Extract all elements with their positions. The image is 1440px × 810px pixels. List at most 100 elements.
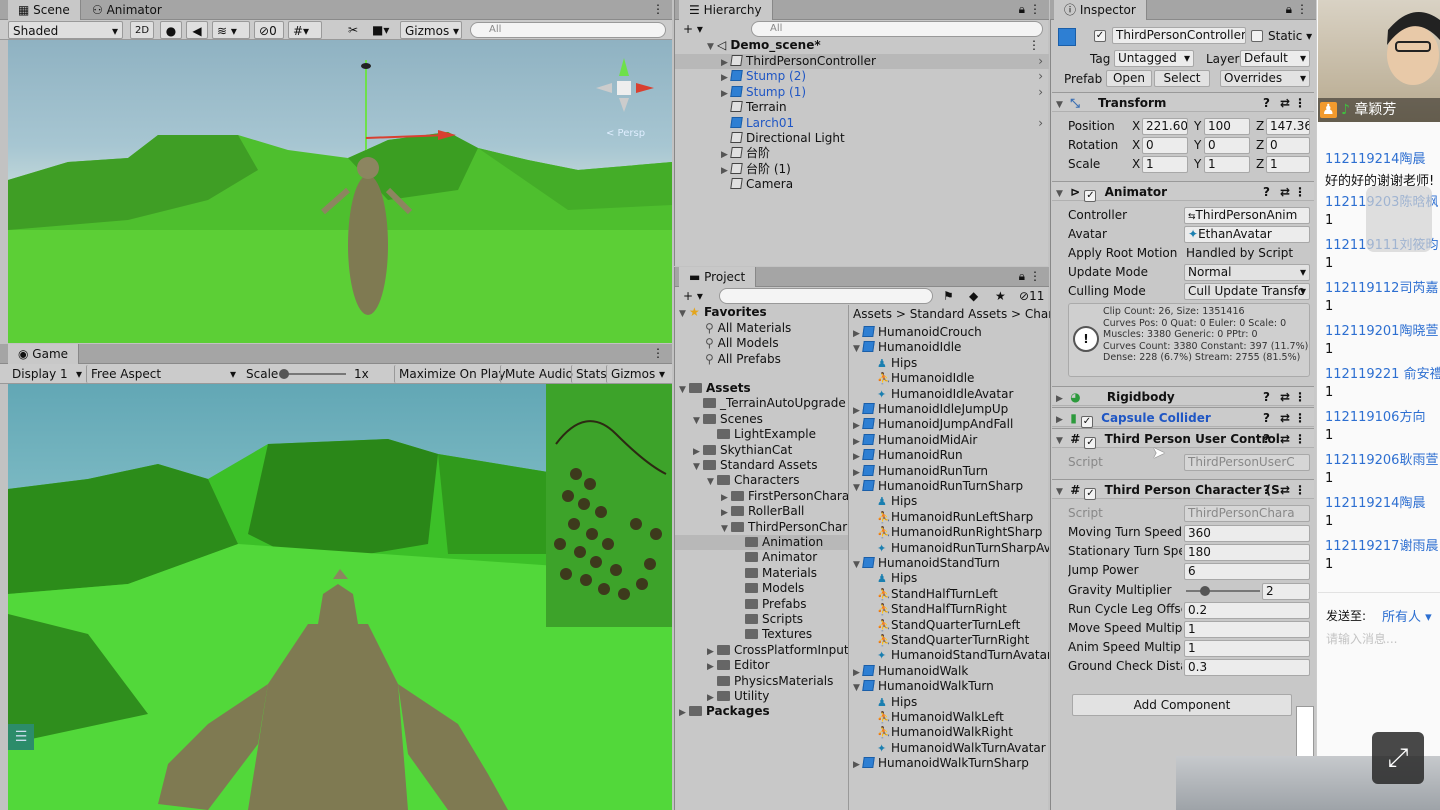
chevron-right-icon[interactable]: › xyxy=(1038,69,1043,84)
help-icon[interactable]: ? xyxy=(1263,93,1270,113)
project-file-item[interactable]: ▶ HumanoidWalkTurnSharp xyxy=(853,756,1049,771)
presets-icon[interactable]: ⇄ xyxy=(1280,480,1290,500)
assets-tree-item[interactable]: ▼ Characters xyxy=(675,473,848,488)
expand-window-icon[interactable]: ⤢ xyxy=(1372,732,1424,784)
display-dropdown[interactable]: Display 1 ▾ xyxy=(8,365,84,383)
user-control-header[interactable]: ▼ # ✓ Third Person User Control ? ⇄ ⋮ xyxy=(1052,428,1314,449)
character-enabled-checkbox[interactable]: ✓ xyxy=(1084,488,1097,500)
hidden-objects-toggle[interactable]: ⊘0 xyxy=(254,21,284,39)
project-file-item[interactable]: ⛹HumanoidWalkLeft xyxy=(853,710,1049,725)
chat-scroll-indicator[interactable] xyxy=(1366,186,1432,252)
presets-icon[interactable]: ⇄ xyxy=(1280,387,1290,407)
expand-arrow-icon[interactable]: ▶ xyxy=(853,404,863,417)
presets-icon[interactable]: ⇄ xyxy=(1280,429,1290,449)
project-file-item[interactable]: ✦ HumanoidWalkTurnAvatar xyxy=(853,741,1049,756)
hierarchy-add-button[interactable]: + ▾ xyxy=(679,20,707,38)
project-add-button[interactable]: + ▾ xyxy=(679,287,707,305)
persp-label[interactable]: < Persp xyxy=(606,128,645,139)
assets-tree-item[interactable]: Animation xyxy=(675,535,848,550)
expand-arrow-icon[interactable]: ▶ xyxy=(853,435,863,448)
tools-icon[interactable]: ✂ xyxy=(344,21,364,39)
stats-toggle[interactable]: Stats xyxy=(571,365,611,383)
mute-audio-toggle[interactable]: Mute Audio xyxy=(500,365,577,383)
project-file-item[interactable]: ♟ Hips xyxy=(853,695,1049,710)
scale-z-field[interactable]: 1 xyxy=(1266,156,1310,173)
tab-animator[interactable]: ⚇ Animator xyxy=(82,0,172,20)
project-file-item[interactable]: ✦ HumanoidRunTurnSharpAva xyxy=(853,541,1049,556)
tab-inspector[interactable]: ⓘ Inspector xyxy=(1054,0,1147,20)
lighting-toggle-icon[interactable]: ● xyxy=(160,21,182,39)
project-file-item[interactable]: ▶ HumanoidJumpAndFall xyxy=(853,417,1049,432)
hierarchy-item[interactable]: ▶ 台阶 (1) xyxy=(675,162,1049,177)
help-icon[interactable]: ? xyxy=(1263,387,1270,407)
tag-dropdown[interactable]: Untagged ▾ xyxy=(1114,50,1194,67)
project-file-item[interactable]: ▶ HumanoidRun xyxy=(853,448,1049,463)
project-file-item[interactable]: ⛹StandHalfTurnLeft xyxy=(853,587,1049,602)
character-field-input[interactable]: 1 xyxy=(1184,621,1310,638)
lock-icon[interactable]: 🔒︎ xyxy=(1019,269,1025,284)
project-file-item[interactable]: ▼ HumanoidWalkTurn xyxy=(853,679,1049,694)
hidden-packages-toggle[interactable]: ⊘11 xyxy=(1015,287,1048,305)
rigidbody-header[interactable]: ▶ ◕ Rigidbody ? ⇄ ⋮ xyxy=(1052,386,1314,406)
panel-menu-icon[interactable]: ⋮ xyxy=(652,2,664,16)
project-file-item[interactable]: ▶ HumanoidWalk xyxy=(853,664,1049,679)
hierarchy-item[interactable]: Terrain xyxy=(675,100,1049,115)
hierarchy-item[interactable]: ▶ 台阶 xyxy=(675,146,1049,161)
character-field-input[interactable]: 0.3 xyxy=(1184,659,1310,677)
hierarchy-search-input[interactable]: All xyxy=(751,21,1043,37)
rotation-y-field[interactable]: 0 xyxy=(1204,137,1250,154)
shading-dropdown[interactable]: Shaded ▾ xyxy=(8,21,123,39)
favorite-item[interactable]: ⚲ All Materials xyxy=(705,321,791,336)
project-file-item[interactable]: ✦ HumanoidIdleAvatar xyxy=(853,387,1049,402)
avatar-field[interactable]: ✦EthanAvatar xyxy=(1184,226,1310,243)
presets-icon[interactable]: ⇄ xyxy=(1280,182,1290,202)
assets-tree-item[interactable]: Materials xyxy=(675,566,848,581)
position-z-field[interactable]: 147.368 xyxy=(1266,118,1310,135)
aspect-dropdown[interactable]: Free Aspect ▾ xyxy=(86,365,238,383)
position-x-field[interactable]: 221.602 xyxy=(1142,118,1188,135)
gizmos-dropdown[interactable]: Gizmos ▾ xyxy=(606,365,668,383)
favorite-item[interactable]: ⚲ All Models xyxy=(705,336,779,351)
assets-tree-item[interactable]: ▼ Assets xyxy=(675,381,848,396)
component-menu-icon[interactable]: ⋮ xyxy=(1294,429,1306,449)
help-icon[interactable]: ? xyxy=(1263,480,1270,500)
gizmos-dropdown[interactable]: Gizmos ▾ xyxy=(400,21,462,39)
hierarchy-item[interactable]: ▶ Stump (2) › xyxy=(675,69,1049,84)
assets-tree-item[interactable]: ▶ FirstPersonCharac xyxy=(675,489,848,504)
lock-icon[interactable]: 🔒︎ xyxy=(1286,2,1292,17)
assets-tree-item[interactable]: ▶ SkythianCat xyxy=(675,443,848,458)
capsule-enabled-checkbox[interactable]: ✓ xyxy=(1080,416,1093,428)
expand-arrow-icon[interactable]: ▶ xyxy=(853,327,863,340)
project-file-item[interactable]: ▶ HumanoidRunTurn xyxy=(853,464,1049,479)
hierarchy-item[interactable]: ▶ ThirdPersonController › xyxy=(675,54,1049,69)
help-icon[interactable]: ? xyxy=(1263,182,1270,202)
project-file-item[interactable]: ▶ HumanoidMidAir xyxy=(853,433,1049,448)
favorite-star-icon[interactable]: ★ xyxy=(991,287,1010,305)
hierarchy-item[interactable]: Larch01 › xyxy=(675,116,1049,131)
project-file-item[interactable]: ⛹StandQuarterTurnLeft xyxy=(853,618,1049,633)
toggle-2d-button[interactable]: 2D xyxy=(130,21,154,39)
expand-arrow-icon[interactable]: ▼ xyxy=(853,558,863,571)
tab-hierarchy[interactable]: ☰ Hierarchy xyxy=(679,0,773,20)
expand-arrow-icon[interactable]: ▼ xyxy=(853,342,863,355)
project-file-item[interactable]: ▼ HumanoidStandTurn xyxy=(853,556,1049,571)
expand-arrow-icon[interactable]: ▶ xyxy=(853,466,863,479)
character-field-input[interactable]: 360 xyxy=(1184,525,1310,542)
filter-type-icon[interactable]: ⚑ xyxy=(939,287,958,305)
expand-arrow-icon[interactable]: ▼ xyxy=(853,681,863,694)
component-menu-icon[interactable]: ⋮ xyxy=(1294,408,1306,428)
expand-arrow-icon[interactable]: ▶ xyxy=(853,666,863,679)
chevron-right-icon[interactable]: › xyxy=(1038,54,1043,69)
project-file-item[interactable]: ♟ Hips xyxy=(853,494,1049,509)
send-to-dropdown[interactable]: 所有人 ▾ xyxy=(1382,606,1432,625)
hierarchy-item[interactable]: Directional Light xyxy=(675,131,1049,146)
character-field-input[interactable]: 6 xyxy=(1184,563,1310,581)
help-icon[interactable]: ? xyxy=(1263,408,1270,428)
transform-header[interactable]: ▼ ⤡ Transform ? ⇄ ⋮ xyxy=(1052,92,1314,112)
panel-menu-icon[interactable]: ⋮ xyxy=(652,346,664,360)
hierarchy-item[interactable]: ▶ Stump (1) › xyxy=(675,85,1049,100)
help-icon[interactable]: ? xyxy=(1263,429,1270,449)
assets-tree-item[interactable]: ▼ Standard Assets xyxy=(675,458,848,473)
project-file-item[interactable]: ▶ HumanoidIdleJumpUp xyxy=(853,402,1049,417)
scale-slider[interactable] xyxy=(279,369,346,379)
